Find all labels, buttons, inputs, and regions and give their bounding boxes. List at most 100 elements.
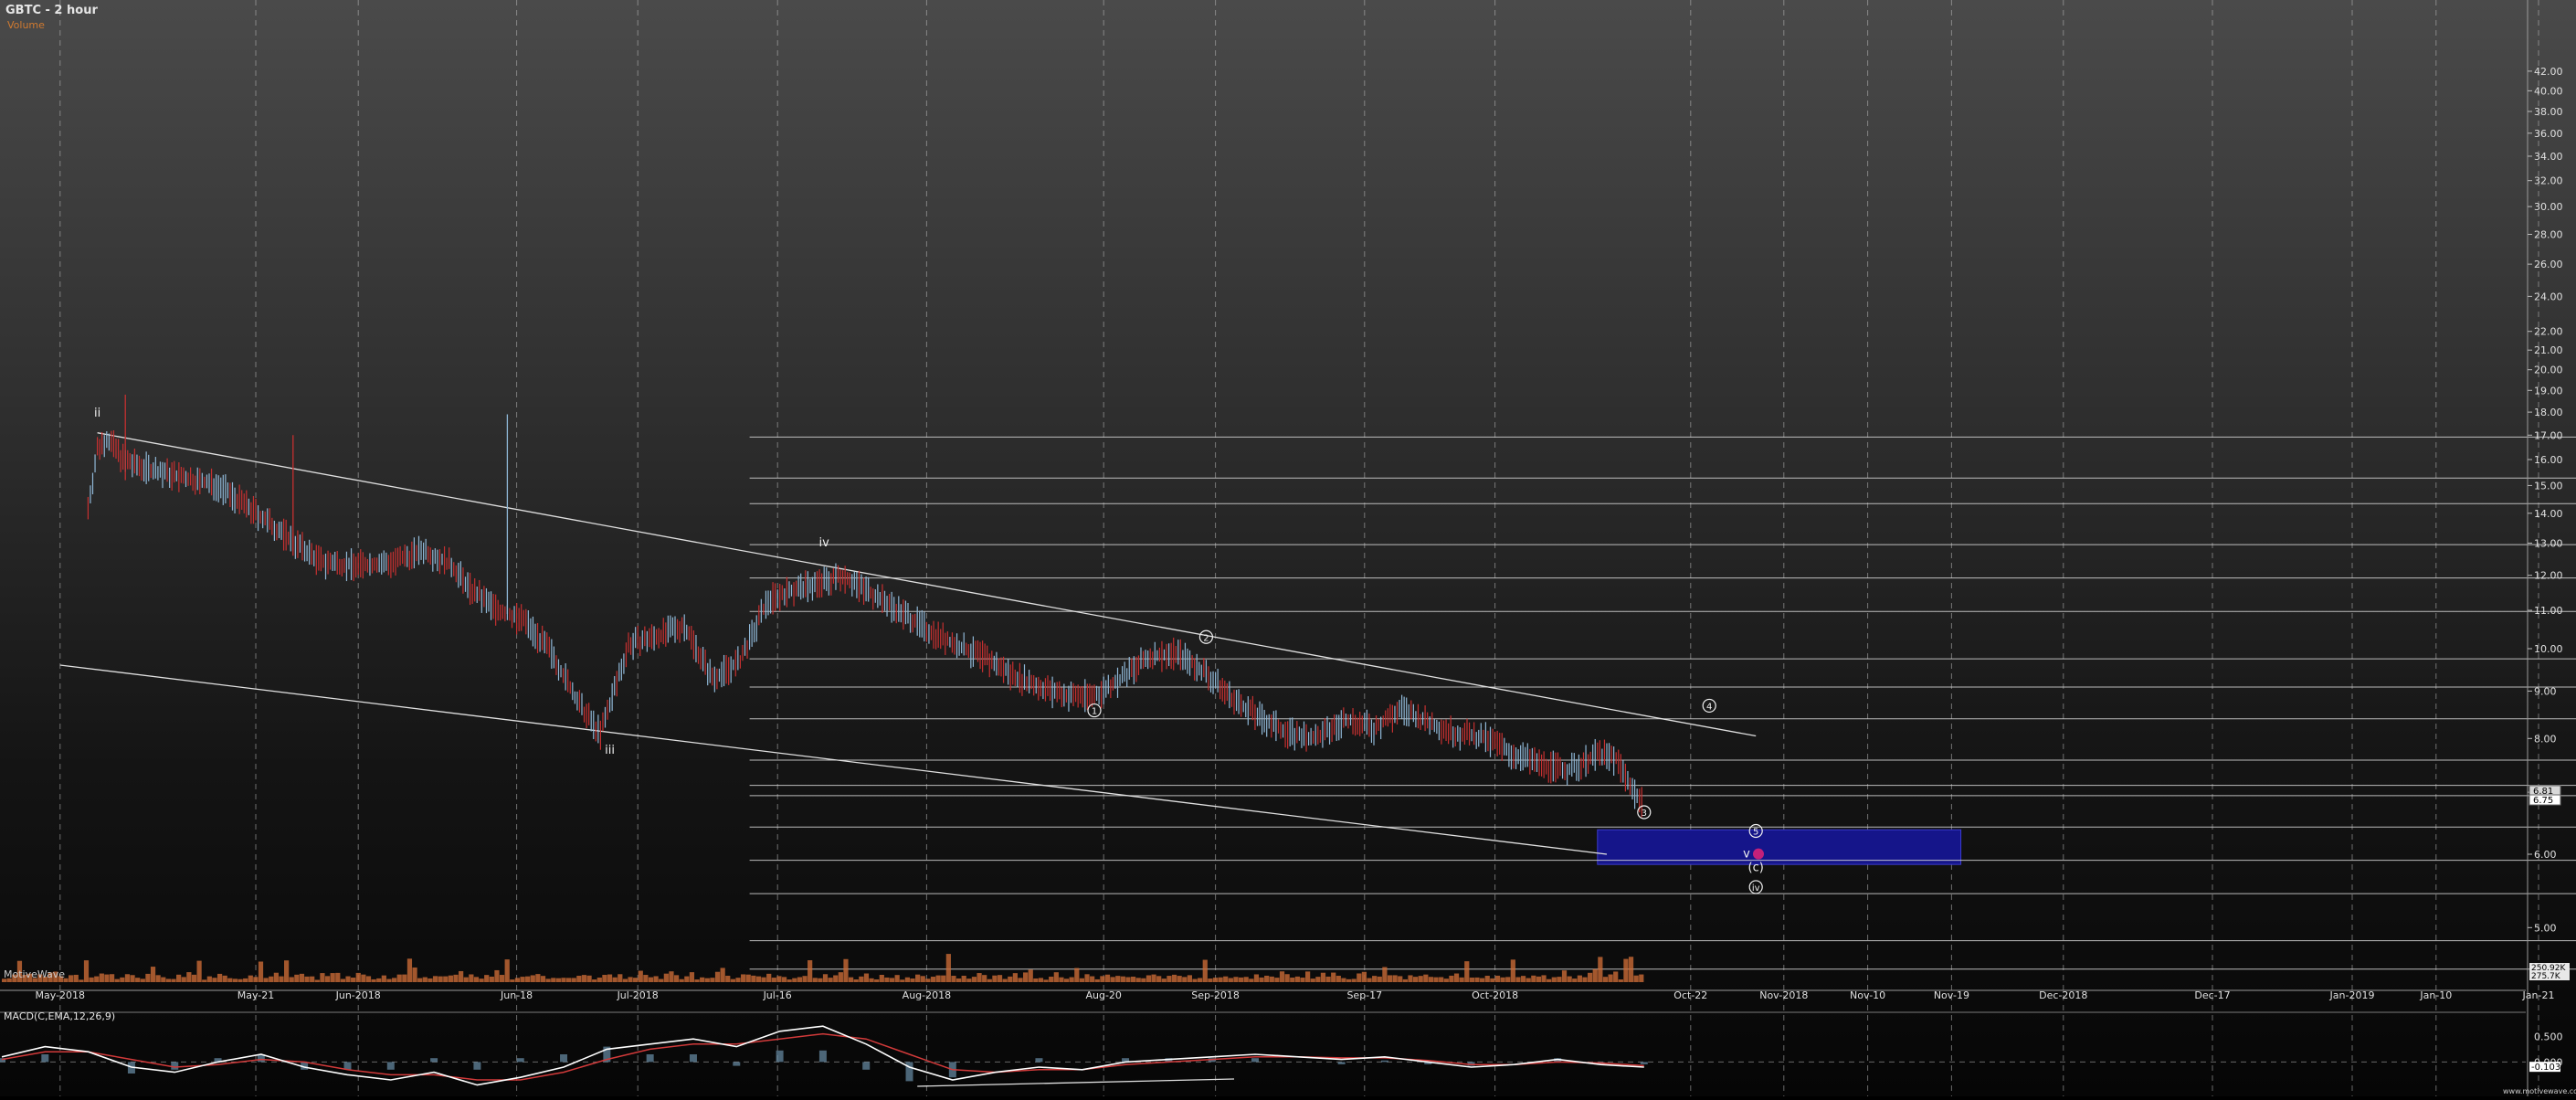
x-tick-label: Jun-18 (500, 989, 533, 1001)
volume-bar (1602, 977, 1609, 982)
volume-bar (1377, 976, 1382, 982)
volume-bar (797, 977, 803, 982)
volume-bar (945, 954, 951, 982)
volume-bar (1090, 976, 1095, 982)
volume-bar (263, 978, 269, 982)
x-tick-label: Dec-17 (2194, 989, 2230, 1001)
volume-bar (253, 977, 259, 982)
volume-bar (1100, 976, 1105, 982)
x-tick-label: Jan-21 (2522, 989, 2555, 1001)
price-chart[interactable]: 0.0%(16.92)14.6%(15.28)23.6%(14.34)38.2%… (0, 0, 2576, 1096)
volume-bar (1002, 978, 1008, 982)
volume-bar (514, 978, 521, 982)
wave-marker (1753, 848, 1764, 860)
axes: May-2018 May-21 Jun-2018 Jun-18 Jul-2018 Jul-… (0, 0, 2570, 1096)
volume-bar (863, 973, 870, 982)
macd-current-label: -0.103 (2531, 1063, 2560, 1073)
trendline (59, 664, 1608, 855)
volume-bar (448, 975, 453, 982)
y-tick-label: 12.00 (2534, 570, 2563, 582)
volume-bar (808, 960, 813, 982)
volume-bar (755, 976, 762, 982)
wave-label: 1 (1092, 707, 1097, 717)
volume-bar (124, 974, 131, 982)
volume-bar (1387, 975, 1393, 982)
volume-bar (238, 978, 243, 982)
volume-bar (565, 978, 572, 982)
volume-bar (602, 975, 607, 982)
volume-bar (1274, 978, 1280, 982)
volume-bar (992, 975, 998, 982)
volume-bar (150, 967, 156, 982)
volume-bar (463, 977, 469, 982)
macd-title: MACD(C,EMA,12,26,9) (4, 1010, 116, 1022)
wave-label: ii (94, 407, 100, 420)
x-tick-label: Sep-17 (1346, 989, 1382, 1001)
y-tick-label: 32.00 (2534, 175, 2563, 187)
volume-bar (351, 978, 356, 982)
volume-bar (982, 975, 987, 982)
volume-bar (1520, 976, 1526, 982)
volume-bar (700, 977, 705, 982)
volume-bar (1151, 974, 1156, 982)
volume-bar (1408, 975, 1413, 982)
wave-label: 2 (1203, 633, 1209, 643)
volume-bar (776, 976, 782, 982)
volume-bar (422, 977, 428, 982)
y-tick-label: 14.00 (2534, 508, 2563, 520)
volume-bar (94, 976, 100, 982)
macd-histogram-bar (862, 1062, 871, 1070)
volume-bar (365, 976, 372, 982)
volume-bar (1547, 978, 1552, 982)
volume-bar (1561, 970, 1568, 982)
volume-bar (1192, 978, 1198, 982)
trendline (917, 1078, 1235, 1087)
volume-bar (1290, 978, 1295, 982)
volume-bar (1357, 973, 1362, 982)
volume-bar (459, 970, 464, 982)
volume-bar (710, 978, 715, 982)
volume-bar (1639, 974, 1644, 982)
volume-bar (1120, 976, 1125, 982)
macd-histogram-bar (343, 1062, 352, 1070)
volume-bar (525, 976, 531, 982)
volume-bar (643, 975, 649, 982)
volume-bar (1198, 978, 1203, 982)
volume-bar (561, 978, 566, 982)
volume-bar (1059, 977, 1064, 982)
volume-bar (935, 975, 941, 982)
volume-bar (581, 975, 587, 982)
volume-bar (1331, 972, 1336, 982)
volume-bar (1449, 975, 1454, 982)
volume-bar (443, 976, 449, 982)
volume-bar (1418, 976, 1423, 982)
volume-bar (833, 975, 839, 982)
volume-bar (227, 978, 233, 982)
volume-bar (638, 970, 643, 982)
volume-bar (555, 978, 561, 982)
volume-bar (1500, 977, 1505, 982)
macd-panel: 0.5000.000-0.103www.motivewave.com (0, 1011, 2576, 1095)
volume-bar (391, 978, 397, 982)
volume-bar (1208, 978, 1213, 982)
volume-bar (1628, 957, 1634, 982)
volume-bar (915, 974, 921, 982)
volume-bar (1053, 972, 1059, 982)
y-tick-label: 10.00 (2534, 643, 2563, 655)
volume-bar (1038, 978, 1044, 982)
volume-bar (520, 977, 525, 982)
volume-bar (1551, 977, 1557, 982)
y-tick-label: 34.00 (2534, 151, 2563, 163)
volume-bar (853, 979, 859, 982)
footer-credit: www.motivewave.com (2503, 1087, 2576, 1095)
x-tick-label: Jan-2019 (2329, 989, 2375, 1001)
volume-bar (161, 977, 166, 982)
target-box (1597, 829, 1962, 865)
macd-histogram-bar (1380, 1060, 1388, 1063)
volume-bar (838, 972, 843, 982)
volume-bar (684, 976, 690, 982)
volume-bar (612, 977, 618, 982)
volume-bar (1577, 975, 1582, 982)
volume-bar (848, 977, 854, 982)
macd-histogram-bar (646, 1054, 654, 1063)
